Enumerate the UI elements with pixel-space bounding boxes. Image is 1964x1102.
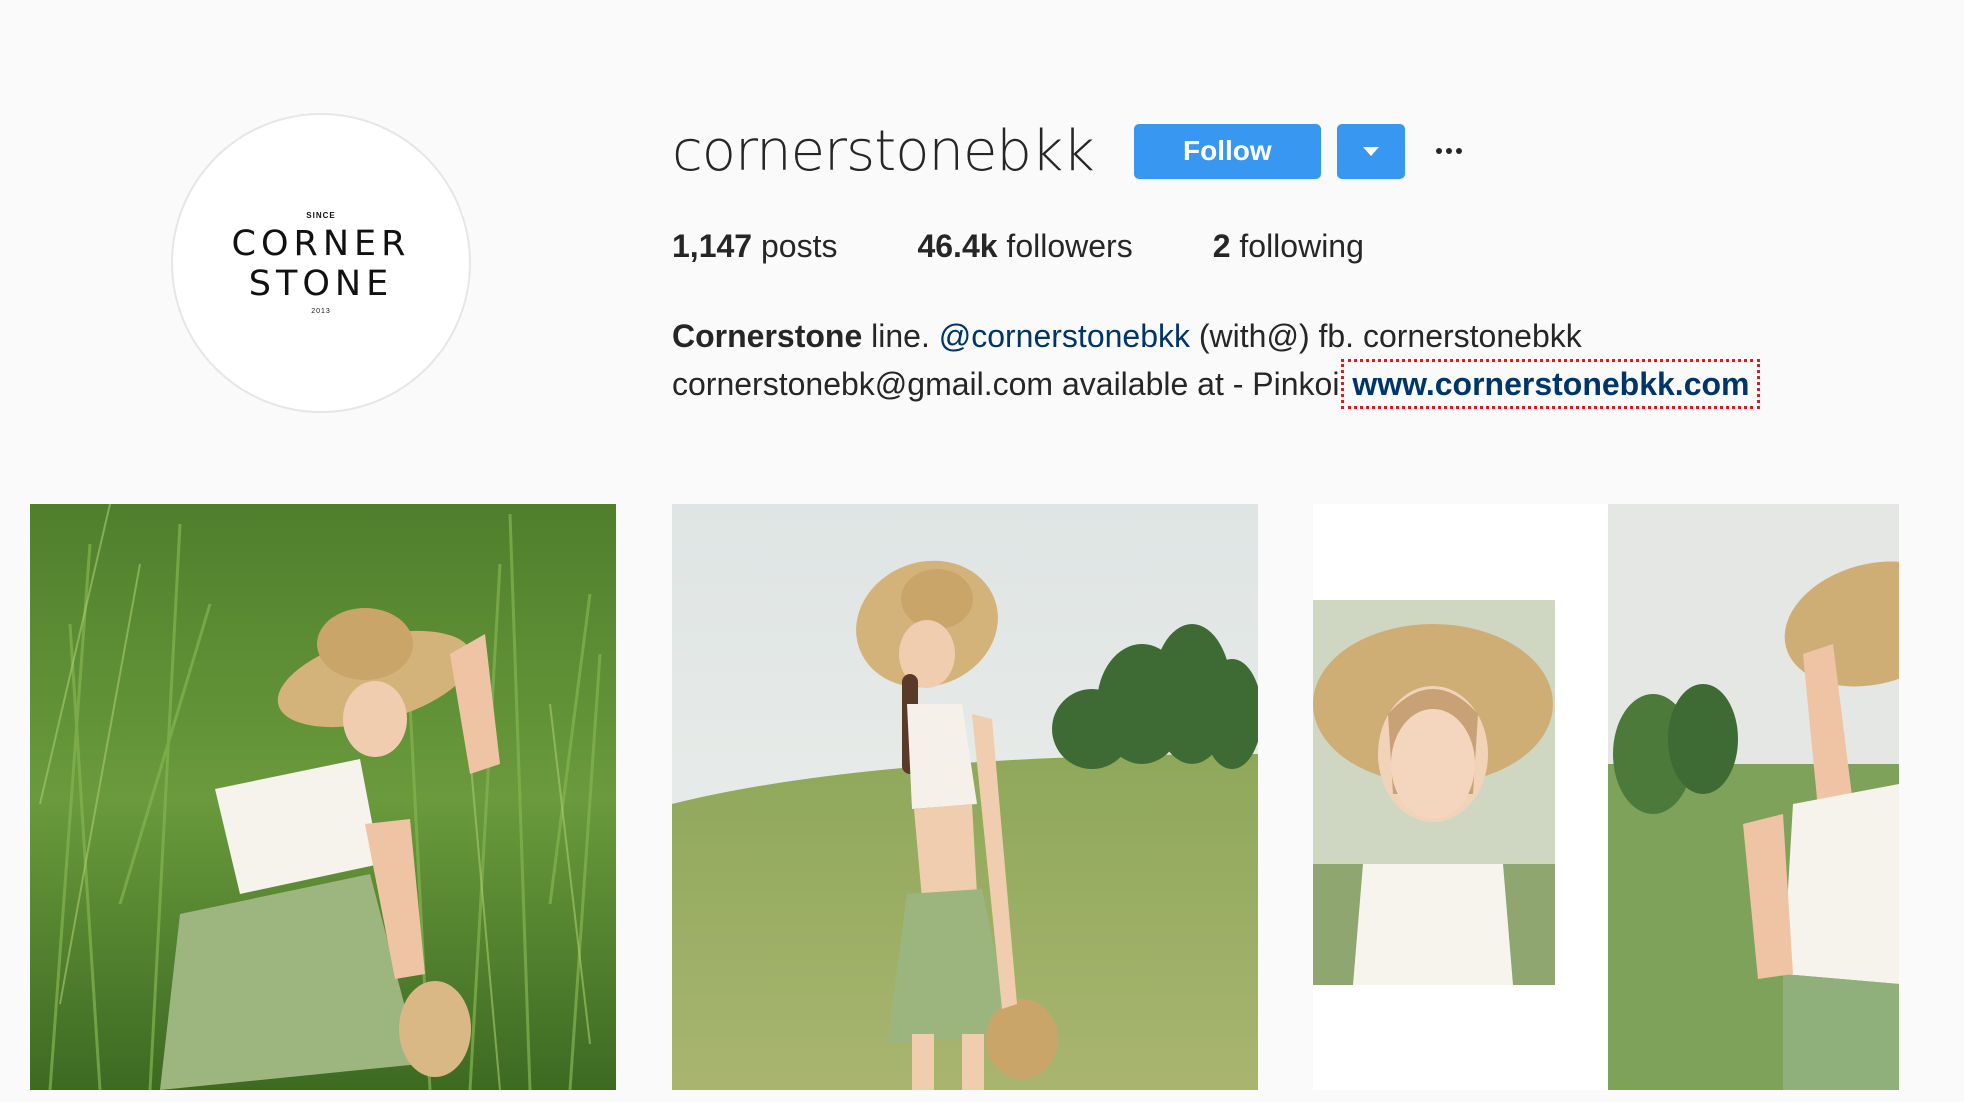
post-thumbnail-2[interactable] [672, 504, 1258, 1090]
post-thumbnail-1[interactable] [30, 504, 616, 1090]
username-row: cornerstonebkk Follow [672, 116, 1469, 186]
bio-line-1: Cornerstone line. @cornerstonebkk (with@… [672, 312, 1753, 360]
followers-label: followers [1006, 228, 1133, 264]
profile-avatar[interactable]: SINCE CORNER STONE 2013 [171, 113, 471, 413]
website-link[interactable]: www.cornerstonebkk.com [1341, 359, 1761, 409]
bio-line-2: cornerstonebk@gmail.com available at - P… [672, 359, 1761, 409]
profile-stats: 1,147 posts 46.4k followers 2 following [672, 228, 1444, 265]
suggestions-dropdown-button[interactable] [1336, 123, 1405, 179]
ellipsis-icon-dot [1455, 148, 1462, 154]
triangle-down-icon [1362, 146, 1379, 156]
bio-text-b: (with@) fb. cornerstonebkk [1190, 318, 1582, 354]
photo-collage-woman-with-hat [1313, 504, 1899, 1090]
photo-woman-crouching-in-grass [30, 504, 616, 1090]
avatar-year-text: 2013 [311, 308, 331, 315]
avatar-logo-line-2: STONE [248, 264, 394, 304]
following-label: following [1239, 228, 1364, 264]
profile-header: SINCE CORNER STONE 2013 cornerstonebkk F… [0, 0, 1964, 480]
avatar-logo-line-1: CORNER [231, 224, 411, 264]
stat-posts: 1,147 posts [672, 228, 837, 265]
followers-count: 46.4k [917, 228, 998, 264]
more-options-button[interactable] [1429, 131, 1469, 171]
following-count: 2 [1212, 228, 1231, 264]
stat-following[interactable]: 2 following [1213, 228, 1364, 265]
profile-bio: Cornerstone line. @cornerstonebkk (with@… [672, 312, 1761, 409]
bio-text-a: line. [862, 318, 939, 354]
profile-username: cornerstonebkk [672, 118, 1095, 184]
bio-text-c: cornerstonebk@gmail.com available at - P… [672, 366, 1349, 402]
posts-label: posts [760, 228, 838, 264]
stat-followers[interactable]: 46.4k followers [917, 228, 1132, 265]
bio-mention-link[interactable]: @cornerstonebkk [939, 318, 1190, 354]
post-thumbnail-3[interactable] [1313, 504, 1899, 1090]
ellipsis-icon [1435, 148, 1442, 154]
posts-count: 1,147 [672, 228, 753, 264]
ellipsis-icon-dot [1445, 148, 1452, 154]
follow-button[interactable]: Follow [1133, 123, 1321, 179]
avatar-since-text: SINCE [306, 211, 336, 220]
photo-woman-standing-in-field [672, 504, 1258, 1090]
bio-full-name: Cornerstone [672, 318, 863, 354]
